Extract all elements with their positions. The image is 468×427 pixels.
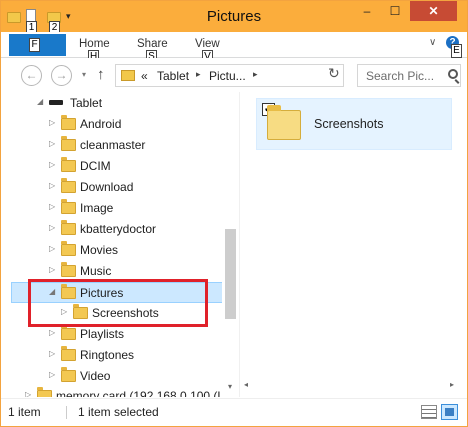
tree-item-label: cleanmaster [80, 138, 146, 152]
status-divider [66, 406, 67, 419]
folder-icon [61, 262, 76, 277]
expand-ribbon-icon[interactable]: ∨ [429, 37, 436, 48]
tree-item-video[interactable]: ▷ Video [1, 366, 237, 387]
tree-item-label: Image [80, 201, 114, 215]
chevron-right-icon[interactable]: ▸ [196, 69, 201, 80]
expand-icon[interactable]: ▷ [49, 370, 55, 379]
highlight-annotation [28, 279, 208, 327]
up-button[interactable]: ↑ [97, 66, 105, 83]
tree-item-label: Download [80, 180, 134, 194]
maximize-button[interactable]: ☐ [381, 1, 409, 21]
folder-icon [267, 105, 301, 140]
tree-item-label: kbatterydoctor [80, 222, 157, 236]
tree-item-label: Playlists [80, 327, 125, 341]
breadcrumb-tablet[interactable]: Tablet [157, 69, 189, 83]
folder-icon [61, 199, 76, 214]
explorer-window: 1 2 ▾ Pictures – ☐ ✕ F Home H Share S Vi… [0, 0, 468, 427]
expand-icon[interactable]: ▷ [49, 265, 55, 274]
expand-icon[interactable]: ▷ [49, 160, 55, 169]
scroll-left-icon[interactable]: ◂ [244, 380, 248, 389]
expand-icon[interactable]: ▷ [49, 118, 55, 127]
expand-icon[interactable]: ▷ [49, 181, 55, 190]
tree-item-dcim[interactable]: ▷ DCIM [1, 156, 237, 177]
tree-item-cleanmaster[interactable]: ▷ cleanmaster [1, 135, 237, 156]
scroll-right-icon[interactable]: ▸ [450, 380, 454, 389]
tab-share[interactable]: Share [137, 38, 168, 50]
tree-item-tablet[interactable]: ◢ Tablet [1, 93, 237, 114]
tree-item-memory-card[interactable]: ▷ memory card (192.168.0.100 (L [1, 386, 237, 397]
tree-item-android[interactable]: ▷ Android [1, 114, 237, 135]
folder-icon [61, 178, 76, 193]
close-button[interactable]: ✕ [410, 1, 457, 21]
address-row: ← → ▾ ↑ « Tablet ▸ Pictu... ▸ ↻ Search P… [1, 58, 467, 92]
status-bar: 1 item 1 item selected [1, 398, 467, 426]
scroll-down-icon[interactable]: ▾ [228, 382, 232, 391]
search-input[interactable]: Search Pic... [357, 64, 461, 87]
tree-item-playlists[interactable]: ▷ Playlists [1, 324, 237, 345]
folder-icon [61, 325, 76, 340]
expand-icon[interactable]: ▷ [49, 202, 55, 211]
selection-count: 1 item selected [78, 405, 159, 419]
tab-file[interactable]: F [9, 34, 66, 56]
tree-item-label: Android [80, 117, 122, 131]
folder-icon [61, 220, 76, 235]
expand-icon[interactable]: ▷ [49, 244, 55, 253]
horizontal-scrollbar[interactable]: ◂ ▸ [244, 380, 460, 392]
forward-button[interactable]: → [51, 65, 72, 86]
breadcrumb-overflow[interactable]: « [141, 69, 148, 83]
chevron-right-icon[interactable]: ▸ [253, 69, 258, 80]
tree-item-download[interactable]: ▷ Download [1, 177, 237, 198]
folder-icon [61, 346, 76, 361]
tree-item-label: DCIM [80, 159, 111, 173]
breadcrumb-pictures[interactable]: Pictu... [209, 69, 246, 83]
refresh-icon[interactable]: ↻ [328, 65, 340, 82]
folder-icon [61, 136, 76, 151]
folder-icon [121, 70, 135, 81]
expand-icon[interactable]: ▷ [49, 349, 55, 358]
large-icons-view-icon[interactable] [441, 404, 458, 420]
expand-icon[interactable]: ▷ [25, 390, 31, 397]
navigation-pane[interactable]: ◢ Tablet ▷ Android ▷ cleanmaster ▷ DCIM … [1, 92, 239, 397]
search-placeholder: Search Pic... [366, 69, 435, 83]
tree-item-label: Movies [80, 243, 119, 257]
keytip-file: F [29, 38, 40, 52]
tree-item-label: Ringtones [80, 348, 135, 362]
tree-item-ringtones[interactable]: ▷ Ringtones [1, 345, 237, 366]
keytip-help: E [451, 44, 462, 58]
tab-home[interactable]: Home [79, 38, 110, 50]
details-view-icon[interactable] [421, 405, 437, 419]
expand-icon[interactable]: ▷ [49, 223, 55, 232]
back-button[interactable]: ← [21, 65, 42, 86]
tree-item-label: Video [80, 369, 111, 383]
minimize-button[interactable]: – [353, 1, 381, 21]
ribbon-tabs: F Home H Share S View V ∨ ? E [1, 32, 467, 64]
tree-item-image[interactable]: ▷ Image [1, 198, 237, 219]
scrollbar-thumb[interactable] [225, 229, 236, 319]
tab-view[interactable]: View [195, 38, 220, 50]
expand-icon[interactable]: ▷ [49, 139, 55, 148]
tree-item-label: Tablet [70, 96, 103, 110]
vertical-scrollbar[interactable] [222, 92, 237, 397]
folder-icon [61, 367, 76, 382]
tree-item-label: memory card (192.168.0.100 (L [56, 389, 225, 397]
collapse-icon[interactable]: ◢ [37, 97, 43, 106]
folder-icon [61, 157, 76, 172]
content-pane[interactable]: ✓ Screenshots ◂ ▸ [239, 92, 467, 397]
address-bar[interactable]: « Tablet ▸ Pictu... ▸ [115, 64, 344, 87]
tree-item-kbatterydoctor[interactable]: ▷ kbatterydoctor [1, 219, 237, 240]
tree-item-movies[interactable]: ▷ Movies [1, 240, 237, 261]
folder-tile-screenshots[interactable]: ✓ Screenshots [256, 98, 452, 150]
folder-tile-label: Screenshots [314, 117, 384, 131]
folder-icon [61, 241, 76, 256]
folder-icon [37, 387, 52, 397]
recent-locations-icon[interactable]: ▾ [82, 70, 86, 79]
title-bar: 1 2 ▾ Pictures – ☐ ✕ [1, 1, 467, 35]
tree-item-label: Music [80, 264, 112, 278]
search-icon[interactable] [448, 69, 458, 79]
device-icon [49, 100, 63, 105]
item-count: 1 item [8, 405, 41, 419]
expand-icon[interactable]: ▷ [49, 328, 55, 337]
folder-icon [61, 115, 76, 130]
